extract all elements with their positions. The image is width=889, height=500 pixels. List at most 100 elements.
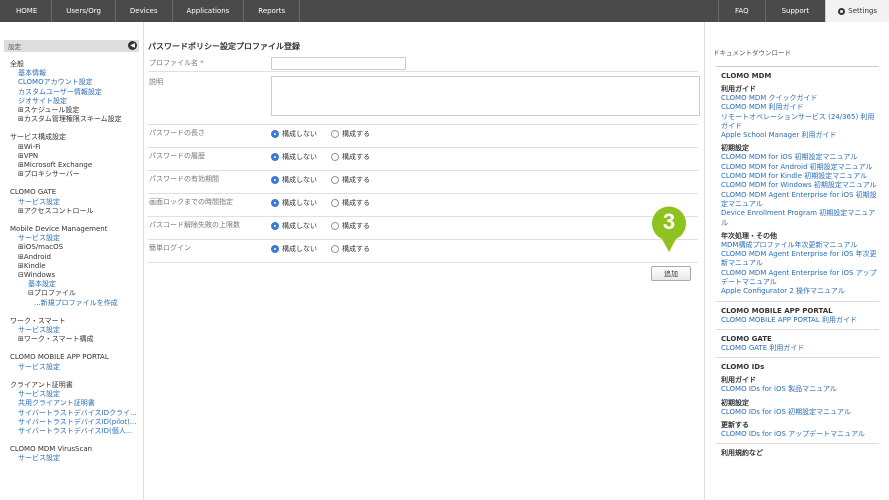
profile-name-input[interactable] xyxy=(271,57,406,70)
doc-section-heading: CLOMO IDs xyxy=(721,363,765,372)
nav-home[interactable]: HOME xyxy=(0,0,53,22)
document-list: CLOMO MDM 利用ガイド CLOMO MDM クイックガイド CLOMO MDM… xyxy=(716,66,879,462)
description-textarea[interactable] xyxy=(271,76,700,116)
policy-radio-group: 構成しない 構成する xyxy=(271,244,384,254)
doc-link[interactable]: CLOMO IDs for iOS 製品マニュアル xyxy=(716,385,879,394)
doc-link[interactable]: CLOMO GATE 利用ガイド xyxy=(716,344,879,353)
policy-row-label: 簡単ログイン xyxy=(149,244,191,252)
sidebar-link[interactable]: サービス設定 xyxy=(10,234,143,243)
document-download-title: ドキュメントダウンロード xyxy=(713,49,791,57)
radio-not-configure[interactable]: 構成しない xyxy=(271,221,317,231)
required-mark: * xyxy=(200,59,204,67)
utility-nav: FAQ Support Settings xyxy=(718,0,889,22)
sidebar-link[interactable]: サイバートラストデバイスID(個人... xyxy=(10,427,143,436)
nav-faq[interactable]: FAQ xyxy=(718,0,765,22)
sidebar-link[interactable]: ⊞ワーク・スマート構成 xyxy=(10,335,143,344)
doc-link[interactable]: CLOMO MDM for Android 初期設定マニュアル xyxy=(716,163,879,172)
sidebar-link[interactable]: サービス設定 xyxy=(10,390,143,399)
sidebar-link[interactable]: 共用クライアント証明書 xyxy=(10,399,143,408)
sidebar-link[interactable]: ⊟Windows xyxy=(10,271,143,280)
doc-section-heading: CLOMO GATE xyxy=(721,334,772,343)
sidebar-link[interactable]: ⊞プロキシサーバー xyxy=(10,170,143,179)
sidebar-group-title: CLOMO MOBILE APP PORTAL xyxy=(10,353,109,362)
sidebar-link[interactable]: CLOMOアカウント設定 xyxy=(10,78,143,87)
doc-link[interactable]: CLOMO MDM for iOS 初期設定マニュアル xyxy=(716,153,879,162)
profile-name-row: プロファイル名 * xyxy=(148,55,698,72)
sidebar-link[interactable]: ⊟プロファイル xyxy=(10,289,143,298)
sidebar-link[interactable]: ⊞スケジュール設定 xyxy=(10,106,143,115)
sidebar-group: CLOMO GATE サービス設定 ⊞アクセスコントロール xyxy=(0,188,143,216)
doc-link[interactable]: リモートオペレーションサービス (24/365) 利用ガイド xyxy=(716,113,879,132)
radio-not-configure[interactable]: 構成しない xyxy=(271,244,317,254)
sidebar-link[interactable]: ⊞Kindle xyxy=(10,262,143,271)
sidebar-link[interactable]: ⊞Microsoft Exchange xyxy=(10,161,143,170)
gear-icon xyxy=(838,7,846,15)
doc-link[interactable]: CLOMO MDM Agent Enterprise for iOS 年次更新マ… xyxy=(716,250,879,269)
radio-configure[interactable]: 構成する xyxy=(331,198,370,208)
radio-unselected-icon xyxy=(331,130,339,138)
sidebar-link[interactable]: カスタムユーザー情報設定 xyxy=(10,88,143,97)
radio-configure[interactable]: 構成する xyxy=(331,129,370,139)
radio-configure[interactable]: 構成する xyxy=(331,221,370,231)
sidebar-link[interactable]: サイバートラストデバイスIDクライ... xyxy=(10,409,143,418)
radio-label: 構成する xyxy=(342,130,370,138)
doc-link[interactable]: CLOMO IDs for iOS アップデートマニュアル xyxy=(716,430,879,439)
sidebar-link[interactable]: ⊞VPN xyxy=(10,152,143,161)
radio-label: 構成する xyxy=(342,199,370,207)
doc-link[interactable]: Apple School Manager 利用ガイド xyxy=(716,131,879,140)
sidebar-group: CLOMO MDM VirusScan サービス設定 xyxy=(0,445,143,463)
doc-link[interactable]: Device Enrollment Program 初期設定マニュアル xyxy=(716,209,879,228)
radio-label: 構成する xyxy=(342,222,370,230)
sidebar-link[interactable]: サービス設定 xyxy=(10,363,143,372)
sidebar-link[interactable]: ⊞Android xyxy=(10,253,143,262)
radio-not-configure[interactable]: 構成しない xyxy=(271,152,317,162)
policy-radio-group: 構成しない 構成する xyxy=(271,221,384,231)
doc-link[interactable]: CLOMO MDM 利用ガイド xyxy=(716,103,879,112)
sidebar-link[interactable]: サービス設定 xyxy=(10,454,143,463)
radio-configure[interactable]: 構成する xyxy=(331,152,370,162)
sidebar-link[interactable]: ⊞アクセスコントロール xyxy=(10,207,143,216)
sidebar-link[interactable]: ジオサイト設定 xyxy=(10,97,143,106)
doc-link[interactable]: CLOMO MDM for Kindle 初期設定マニュアル xyxy=(716,172,879,181)
doc-link[interactable]: CLOMO MDM Agent Enterprise for iOS 初期設定マ… xyxy=(716,191,879,210)
add-button[interactable]: 追加 xyxy=(651,266,691,281)
sidebar-link[interactable]: ⊞Wi-Fi xyxy=(10,143,143,152)
radio-not-configure[interactable]: 構成しない xyxy=(271,175,317,185)
nav-reports[interactable]: Reports xyxy=(244,0,301,22)
sidebar-link[interactable]: サイバートラストデバイスID(pilot)... xyxy=(10,418,143,427)
nav-settings[interactable]: Settings xyxy=(825,0,889,22)
doc-link[interactable]: CLOMO MDM for Windows 初期設定マニュアル xyxy=(716,181,879,190)
sidebar-link[interactable]: 基本情報 xyxy=(10,69,143,78)
doc-section: CLOMO MOBILE APP PORTAL CLOMO MOBILE APP … xyxy=(716,300,879,325)
sidebar-group: CLOMO MOBILE APP PORTAL サービス設定 xyxy=(0,353,143,371)
description-label: 説明 xyxy=(149,78,163,86)
radio-configure[interactable]: 構成する xyxy=(331,244,370,254)
doc-link[interactable]: Apple Configurator 2 操作マニュアル xyxy=(716,287,879,296)
radio-label: 構成しない xyxy=(282,222,317,230)
sidebar-group: 全般 基本情報 CLOMOアカウント設定 カスタムユーザー情報設定 ジオサイト設定 ⊞スケ… xyxy=(0,60,143,124)
radio-unselected-icon xyxy=(331,245,339,253)
sidebar-link[interactable]: ⊞iOS/macOS xyxy=(10,243,143,252)
sidebar-link[interactable]: サービス設定 xyxy=(10,326,143,335)
radio-not-configure[interactable]: 構成しない xyxy=(271,198,317,208)
nav-applications[interactable]: Applications xyxy=(173,0,245,22)
radio-unselected-icon xyxy=(331,153,339,161)
nav-users-org[interactable]: Users/Org xyxy=(52,0,116,22)
doc-link[interactable]: CLOMO IDs for iOS 初期設定マニュアル xyxy=(716,408,879,417)
doc-section-heading: CLOMO MOBILE APP PORTAL xyxy=(721,306,833,315)
collapse-sidebar-icon[interactable]: ◀ xyxy=(128,41,137,50)
doc-link[interactable]: CLOMO MDM Agent Enterprise for iOS アップデー… xyxy=(716,269,879,288)
nav-devices[interactable]: Devices xyxy=(116,0,173,22)
sidebar-link[interactable]: サービス設定 xyxy=(10,198,143,207)
sidebar-link[interactable]: ...新規プロファイルを作成 xyxy=(10,299,143,308)
radio-not-configure[interactable]: 構成しない xyxy=(271,129,317,139)
radio-configure[interactable]: 構成する xyxy=(331,175,370,185)
sidebar-link[interactable]: 基本設定 xyxy=(10,280,143,289)
sidebar-group-title: CLOMO MDM VirusScan xyxy=(10,445,93,454)
doc-link[interactable]: CLOMO MOBILE APP PORTAL 利用ガイド xyxy=(716,316,879,325)
doc-link[interactable]: MDM構成プロファイル年次更新マニュアル xyxy=(716,241,879,250)
sidebar-link[interactable]: ⊞カスタム管理権限スキーム設定 xyxy=(10,115,143,124)
doc-link[interactable]: CLOMO MDM クイックガイド xyxy=(716,94,879,103)
nav-support[interactable]: Support xyxy=(764,0,826,22)
main-content: パスワードポリシー設定プロファイル登録 プロファイル名 * 説明 パスワードの長… xyxy=(144,22,704,500)
